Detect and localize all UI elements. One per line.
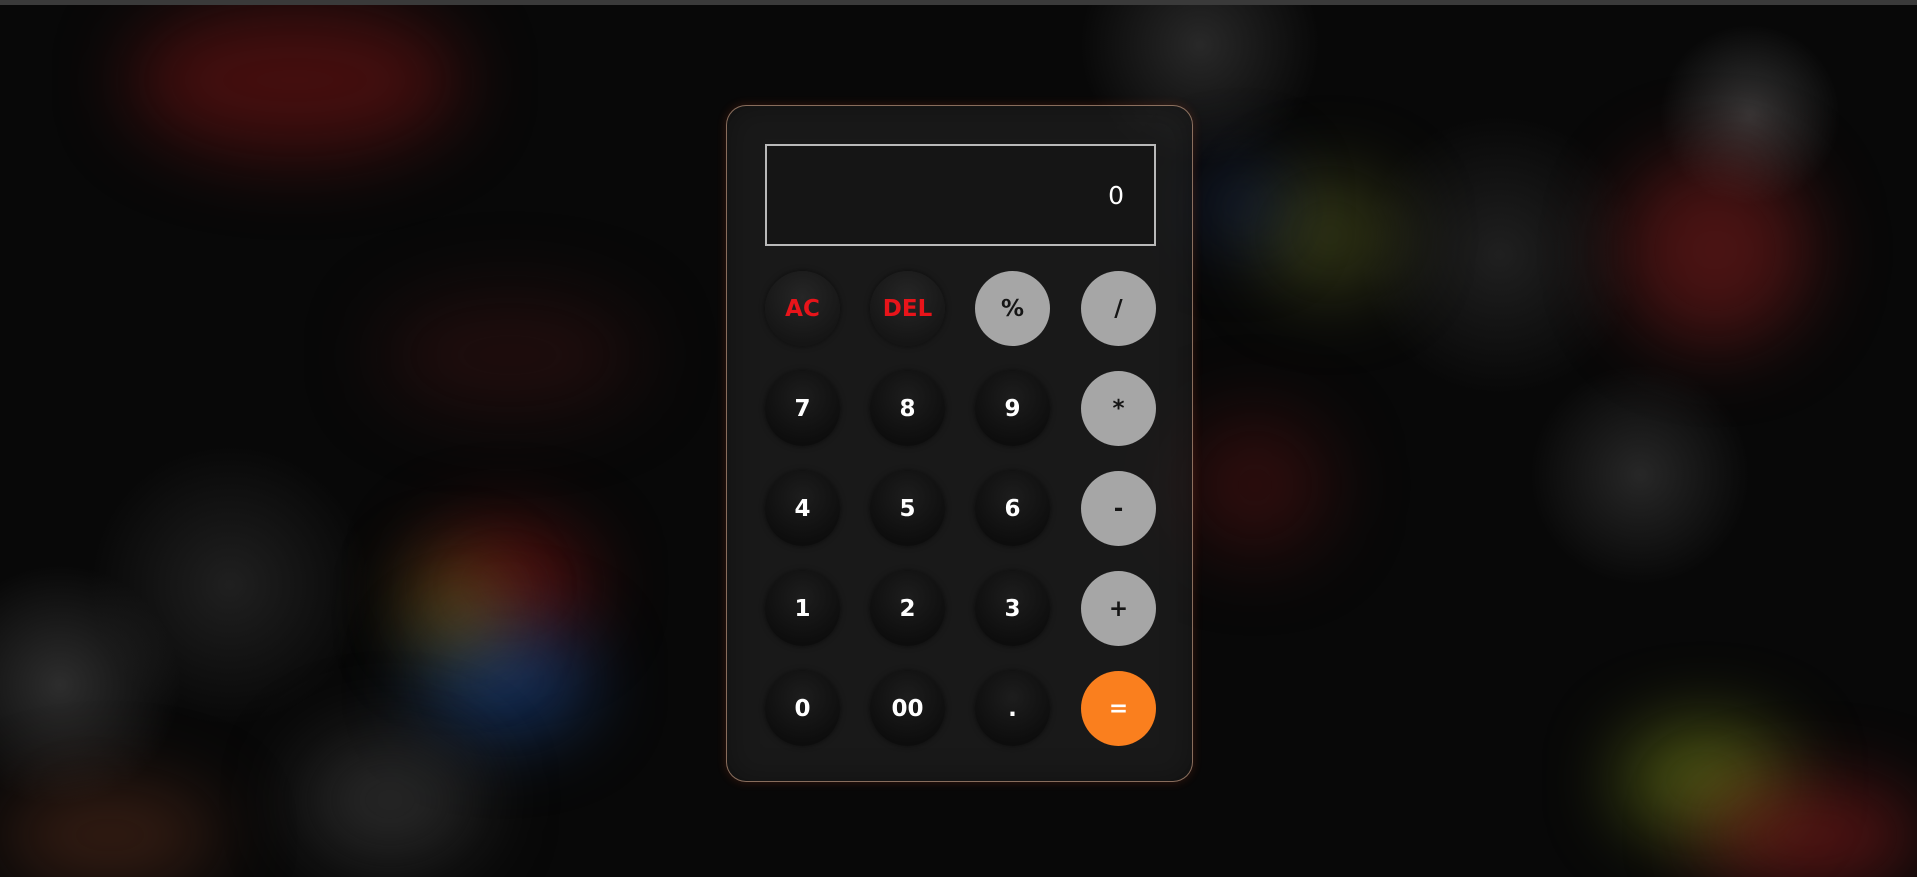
digit-9-button[interactable]: 9 [975, 371, 1050, 446]
delete-button[interactable]: DEL [870, 271, 945, 346]
digit-5-button[interactable]: 5 [870, 471, 945, 546]
digit-7-button[interactable]: 7 [765, 371, 840, 446]
all-clear-button[interactable]: AC [765, 271, 840, 346]
subtract-button[interactable]: - [1081, 471, 1156, 546]
multiply-button[interactable]: * [1081, 371, 1156, 446]
equals-button[interactable]: = [1081, 671, 1156, 746]
decimal-button[interactable]: . [975, 671, 1050, 746]
divide-button[interactable]: / [1081, 271, 1156, 346]
digit-8-button[interactable]: 8 [870, 371, 945, 446]
digit-6-button[interactable]: 6 [975, 471, 1050, 546]
digit-0-button[interactable]: 0 [765, 671, 840, 746]
calculator: 0 AC DEL % / 7 8 9 * 4 5 6 - 1 2 3 + 0 0… [726, 105, 1193, 782]
double-zero-button[interactable]: 00 [870, 671, 945, 746]
digit-3-button[interactable]: 3 [975, 571, 1050, 646]
digit-4-button[interactable]: 4 [765, 471, 840, 546]
calculator-display: 0 [765, 144, 1156, 246]
digit-2-button[interactable]: 2 [870, 571, 945, 646]
percent-button[interactable]: % [975, 271, 1050, 346]
display-value: 0 [1108, 180, 1124, 210]
digit-1-button[interactable]: 1 [765, 571, 840, 646]
add-button[interactable]: + [1081, 571, 1156, 646]
